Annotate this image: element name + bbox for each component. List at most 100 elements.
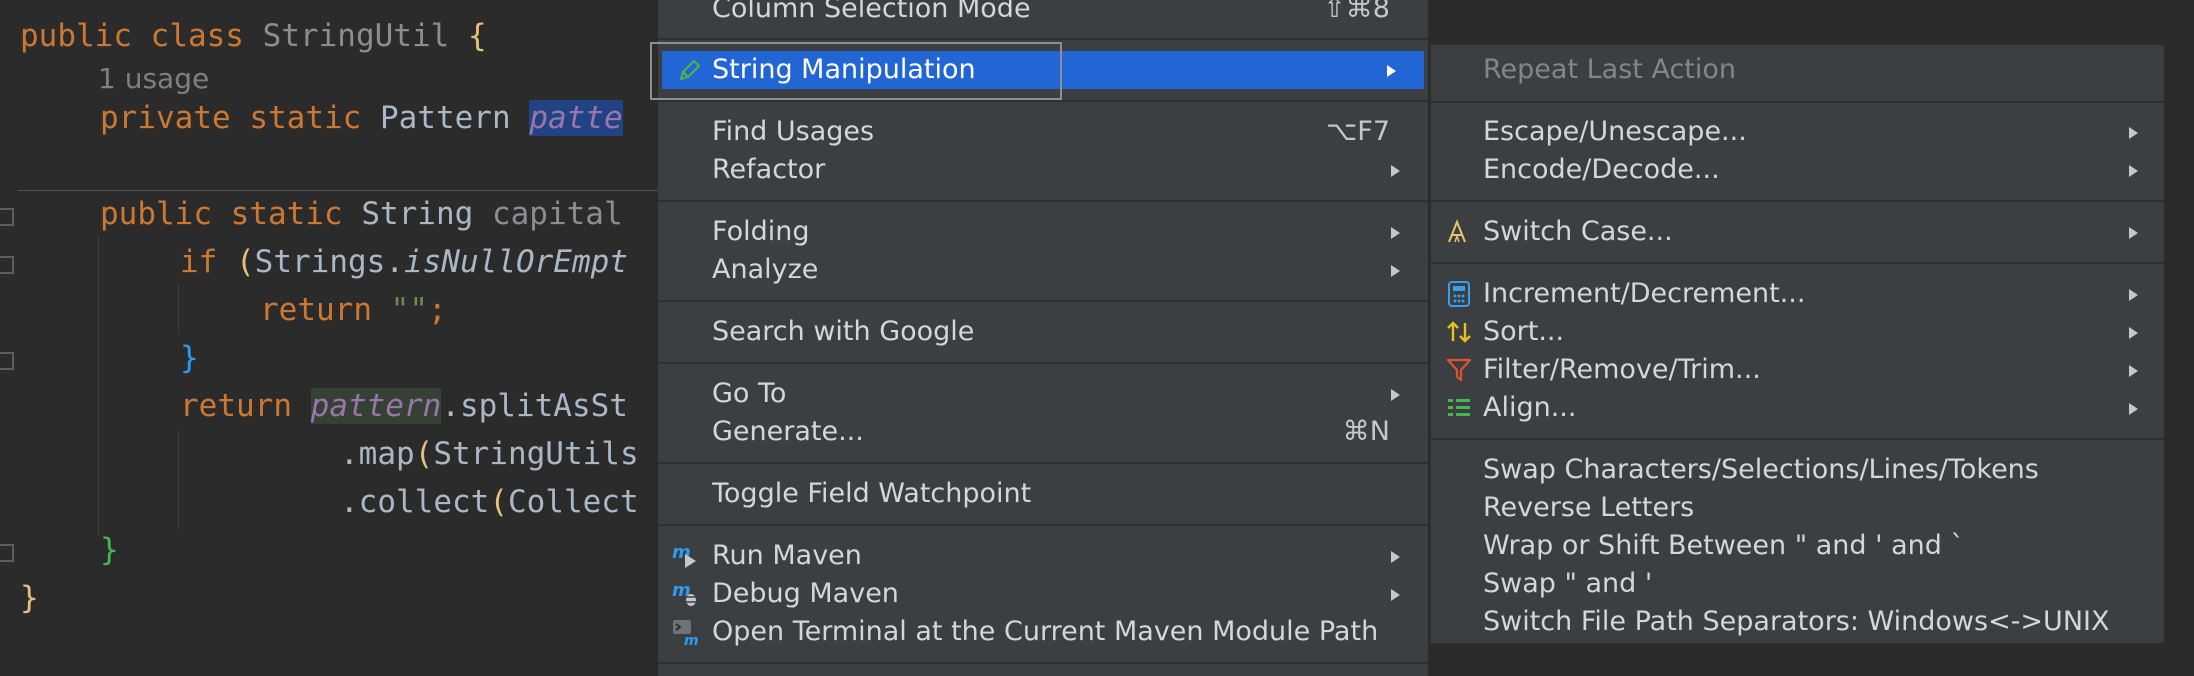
submenu-arrow-icon — [1387, 65, 1396, 77]
code-token: ; — [427, 292, 447, 328]
submenu-arrow-icon — [2129, 327, 2138, 339]
code-token: static — [230, 196, 343, 232]
indent-guide — [178, 430, 179, 530]
filter-icon — [1445, 356, 1473, 384]
menu-item-label: Toggle Field Watchpoint — [712, 478, 1032, 509]
menu-item-folding[interactable]: Folding — [658, 213, 1428, 251]
align-icon — [1445, 394, 1473, 422]
code-line-class-decl[interactable]: public class StringUtil { — [20, 18, 487, 54]
submenu-item-wrap-or-shift[interactable]: Wrap or Shift Between " and ' and ` — [1431, 527, 2164, 565]
fold-marker-icon[interactable] — [0, 352, 14, 370]
submenu-item-encode-decode[interactable]: Encode/Decode... — [1431, 151, 2164, 189]
menu-item-find-usages[interactable]: Find Usages ⌥F7 — [658, 113, 1428, 151]
code-line-close-class[interactable]: } — [20, 580, 39, 616]
menu-item-generate[interactable]: Generate... ⌘N — [658, 413, 1428, 451]
indent-guide — [178, 284, 179, 334]
selected-field-name: patte — [529, 100, 623, 136]
menu-item-shortcut: ⌥F7 — [1326, 116, 1390, 147]
menu-item-column-selection-mode[interactable]: Column Selection Mode ⇧⌘8 — [658, 0, 1428, 28]
usage-hint[interactable]: 1 usage — [98, 62, 209, 95]
submenu-item-swap-characters[interactable]: Swap Characters/Selections/Lines/Tokens — [1431, 451, 2164, 489]
code-token: return — [180, 388, 292, 424]
menu-item-label: Open Terminal at the Current Maven Modul… — [712, 616, 1379, 647]
menu-item-label: Swap " and ' — [1483, 568, 1653, 599]
submenu-arrow-icon — [2129, 289, 2138, 301]
fold-marker-icon[interactable] — [0, 208, 14, 226]
menu-item-label: Switch File Path Separators: Windows<->U… — [1483, 606, 2110, 637]
menu-item-label: Reverse Letters — [1483, 492, 1695, 523]
menu-item-toggle-field-watchpoint[interactable]: Toggle Field Watchpoint — [658, 475, 1428, 513]
menu-item-refactor[interactable]: Refactor — [658, 151, 1428, 189]
svg-text:m: m — [684, 633, 699, 646]
submenu-item-escape-unescape[interactable]: Escape/Unescape... — [1431, 113, 2164, 151]
code-line-close-if[interactable]: } — [180, 340, 199, 376]
code-token: StringUtils — [433, 436, 639, 472]
fold-marker-icon[interactable] — [0, 256, 14, 274]
submenu-item-switch-path-separators[interactable]: Switch File Path Separators: Windows<->U… — [1431, 603, 2164, 641]
submenu-arrow-icon — [1391, 551, 1400, 563]
menu-item-label: Align... — [1483, 392, 1577, 423]
code-token: capital — [491, 196, 623, 232]
submenu-item-repeat-last-action[interactable]: Repeat Last Action — [1431, 51, 2164, 89]
submenu-arrow-icon — [1391, 227, 1400, 239]
code-token: "" — [390, 292, 428, 328]
menu-item-shortcut: ⇧⌘8 — [1323, 0, 1390, 24]
code-line-collect[interactable]: .collect(Collect — [340, 484, 639, 520]
menu-item-label: Increment/Decrement... — [1483, 278, 1806, 309]
menu-item-label: Switch Case... — [1483, 216, 1673, 247]
code-token: Pattern — [379, 100, 511, 136]
code-token: { — [467, 18, 487, 54]
menu-separator — [1431, 200, 2164, 202]
code-token: pattern — [310, 388, 442, 424]
menu-item-go-to[interactable]: Go To — [658, 375, 1428, 413]
menu-separator — [658, 100, 1428, 102]
code-line-field-decl[interactable]: private static Pattern patte — [100, 100, 623, 136]
menu-item-analyze[interactable]: Analyze — [658, 251, 1428, 289]
menu-item-open-terminal-maven[interactable]: m Open Terminal at the Current Maven Mod… — [658, 613, 1428, 651]
code-token: } — [100, 532, 119, 568]
menu-separator — [658, 362, 1428, 364]
submenu-item-filter-remove-trim[interactable]: Filter/Remove/Trim... — [1431, 351, 2164, 389]
menu-separator — [1431, 438, 2164, 440]
submenu-item-sort[interactable]: Sort... — [1431, 313, 2164, 351]
code-line-return-stream[interactable]: return pattern.splitAsSt — [180, 388, 628, 424]
menu-item-label: Repeat Last Action — [1483, 54, 1737, 85]
code-token: static — [249, 100, 362, 136]
code-token: ( — [489, 484, 508, 520]
submenu-arrow-icon — [2129, 127, 2138, 139]
code-token: } — [20, 580, 39, 616]
menu-item-shortcut: ⌘N — [1342, 416, 1390, 447]
menu-item-run-maven[interactable]: m Run Maven — [658, 537, 1428, 575]
menu-item-label: Encode/Decode... — [1483, 154, 1720, 185]
submenu-item-reverse-letters[interactable]: Reverse Letters — [1431, 489, 2164, 527]
submenu-arrow-icon — [1391, 389, 1400, 401]
submenu-arrow-icon — [1391, 589, 1400, 601]
menu-item-label: Folding — [712, 216, 810, 247]
submenu-arrow-icon — [2129, 403, 2138, 415]
code-line-map[interactable]: .map(StringUtils — [340, 436, 639, 472]
menu-item-debug-maven[interactable]: m Debug Maven — [658, 575, 1428, 613]
code-line-close-method[interactable]: } — [100, 532, 119, 568]
submenu-item-switch-case[interactable]: Switch Case... — [1431, 213, 2164, 251]
submenu-arrow-icon — [2129, 165, 2138, 177]
code-token: Strings. — [254, 244, 404, 280]
code-line-method-decl[interactable]: public static String capital — [100, 196, 623, 232]
calculator-icon — [1445, 280, 1473, 308]
menu-separator — [658, 300, 1428, 302]
code-line-return-empty[interactable]: return ""; — [260, 292, 447, 328]
code-token: if — [180, 244, 218, 280]
fold-marker-icon[interactable] — [0, 544, 14, 562]
sort-icon — [1445, 318, 1473, 346]
code-line-if[interactable]: if (Strings.isNullOrEmpt — [180, 244, 628, 280]
code-token: Collect — [507, 484, 639, 520]
menu-separator — [658, 524, 1428, 526]
submenu-item-increment-decrement[interactable]: Increment/Decrement... — [1431, 275, 2164, 313]
submenu-arrow-icon — [2129, 365, 2138, 377]
submenu-item-swap-quotes[interactable]: Swap " and ' — [1431, 565, 2164, 603]
menu-separator — [658, 462, 1428, 464]
submenu-item-align[interactable]: Align... — [1431, 389, 2164, 427]
code-token: .splitAsSt — [441, 388, 628, 424]
code-token: ( — [236, 244, 255, 280]
menu-item-search-with-google[interactable]: Search with Google — [658, 313, 1428, 351]
menu-item-label: Wrap or Shift Between " and ' and ` — [1483, 530, 1964, 561]
